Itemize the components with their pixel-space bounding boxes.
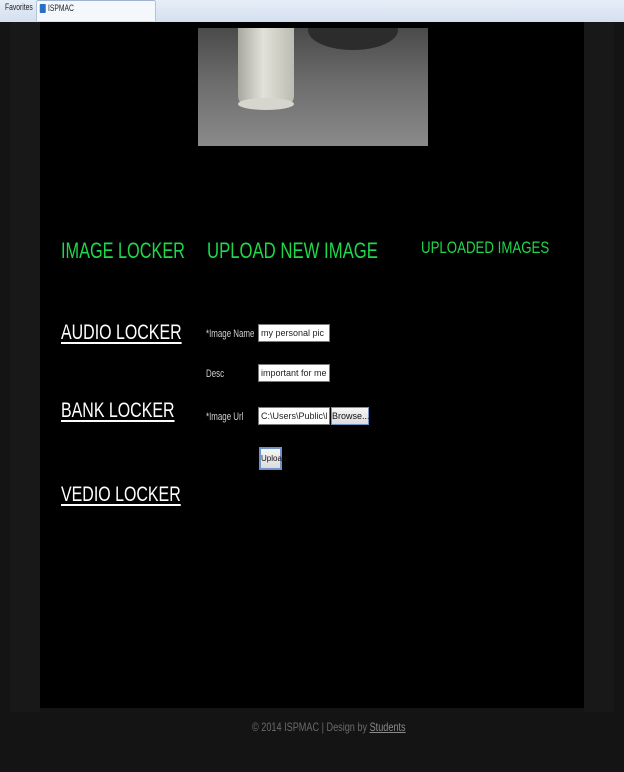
browse-button[interactable]: Browse... xyxy=(331,407,370,425)
image-url-label-text: Image Url xyxy=(209,411,244,423)
image-name-input[interactable] xyxy=(258,324,330,342)
image-url-label: *Image Url xyxy=(206,411,243,423)
left-side-stripe xyxy=(10,22,40,712)
image-url-input[interactable] xyxy=(258,407,330,425)
vedio-locker-link[interactable]: VEDIO LOCKER xyxy=(61,483,181,507)
page-icon xyxy=(39,4,46,14)
audio-locker-link[interactable]: AUDIO LOCKER xyxy=(61,321,182,345)
ispmac-tab[interactable]: ISPMAC xyxy=(36,0,156,21)
footer: © 2014 ISPMAC | Design by Students xyxy=(252,720,406,734)
header-banner-image xyxy=(198,28,428,146)
footer-students-link[interactable]: Students xyxy=(370,720,406,734)
bank-locker-link[interactable]: BANK LOCKER xyxy=(61,399,175,423)
banner-cup xyxy=(238,28,294,106)
upload-button[interactable]: Upload xyxy=(259,447,286,470)
image-name-label-text: Image Name xyxy=(209,328,255,340)
desc-label: Desc xyxy=(206,368,225,380)
favorites-tab[interactable]: Favorites xyxy=(2,0,36,21)
desc-input[interactable] xyxy=(258,364,330,382)
image-name-label: *Image Name xyxy=(206,328,254,340)
banner-dark-shape xyxy=(308,28,398,50)
uploaded-images-heading: UPLOADED IMAGES xyxy=(421,238,550,257)
favorites-tab-label: Favorites xyxy=(5,2,33,12)
ispmac-tab-label: ISPMAC xyxy=(48,3,74,13)
image-locker-heading: IMAGE LOCKER xyxy=(61,238,185,263)
banner-cup-rim xyxy=(238,98,294,110)
right-side-stripe xyxy=(584,22,614,712)
footer-text: © 2014 ISPMAC | Design by xyxy=(252,720,368,734)
browser-tab-bar: Favorites ISPMAC xyxy=(0,0,624,23)
upload-new-image-heading: UPLOAD NEW IMAGE xyxy=(207,238,378,263)
